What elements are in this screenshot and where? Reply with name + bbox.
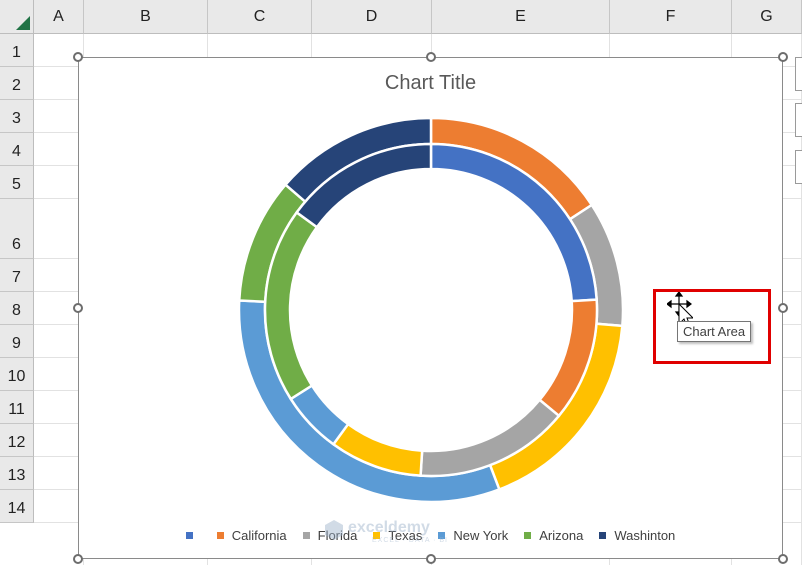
select-all-corner[interactable] — [0, 0, 34, 34]
legend-label: Texas — [388, 527, 423, 543]
resize-handle-left[interactable] — [73, 303, 83, 313]
resize-handle-top-right[interactable] — [778, 52, 788, 62]
chart-styles-button[interactable] — [795, 103, 802, 137]
row-header-9[interactable]: 9 — [0, 325, 34, 358]
legend-label: Florida — [317, 527, 358, 543]
resize-handle-right[interactable] — [778, 303, 788, 313]
resize-handle-bottom-right[interactable] — [778, 554, 788, 564]
legend-swatch — [373, 531, 381, 539]
legend-swatch — [185, 531, 193, 539]
legend-item[interactable]: Washinton — [599, 528, 675, 543]
row-header-4[interactable]: 4 — [0, 133, 34, 166]
legend-item[interactable]: Arizona — [524, 528, 583, 543]
resize-handle-bottom[interactable] — [426, 554, 436, 564]
legend-item[interactable]: New York — [438, 528, 508, 543]
column-header-g[interactable]: G — [732, 0, 802, 34]
column-header-b[interactable]: B — [84, 0, 208, 34]
resize-handle-top-left[interactable] — [73, 52, 83, 62]
legend-item[interactable]: Texas — [373, 528, 422, 543]
legend-swatch — [302, 531, 310, 539]
column-header-d[interactable]: D — [312, 0, 432, 34]
column-header-c[interactable]: C — [208, 0, 312, 34]
legend-label: New York — [453, 527, 509, 543]
chart-legend[interactable]: California Florida Texas New York Arizona Was… — [79, 526, 782, 544]
row-header-2[interactable]: 2 — [0, 67, 34, 100]
row-header-3[interactable]: 3 — [0, 100, 34, 133]
legend-item[interactable]: Florida — [302, 527, 358, 543]
row-header-5[interactable]: 5 — [0, 166, 34, 199]
resize-handle-top[interactable] — [426, 52, 436, 62]
legend-item[interactable] — [185, 531, 201, 539]
legend-swatch — [438, 531, 446, 539]
column-header-a[interactable]: A — [34, 0, 84, 34]
column-header-f[interactable]: F — [610, 0, 732, 34]
row-header-8[interactable]: 8 — [0, 292, 34, 325]
select-all-icon — [16, 16, 30, 30]
row-header-12[interactable]: 12 — [0, 424, 34, 457]
resize-handle-bottom-left[interactable] — [73, 554, 83, 564]
legend-label: Washinton — [614, 527, 676, 543]
legend-swatch — [524, 531, 532, 539]
chart-filters-button[interactable] — [795, 150, 802, 184]
column-header-e[interactable]: E — [432, 0, 610, 34]
doughnut-slice[interactable] — [429, 142, 598, 303]
row-header-14[interactable]: 14 — [0, 490, 34, 523]
row-header-1[interactable]: 1 — [0, 34, 34, 67]
legend-item[interactable]: California — [216, 527, 287, 543]
row-header-6[interactable]: 6 — [0, 199, 34, 259]
chart-area-tooltip: Chart Area — [677, 321, 752, 342]
row-header-7[interactable]: 7 — [0, 259, 34, 292]
row-header-13[interactable]: 13 — [0, 457, 34, 490]
legend-label: California — [231, 527, 287, 543]
chart-elements-button[interactable] — [795, 57, 802, 91]
row-header-11[interactable]: 11 — [0, 391, 34, 424]
legend-swatch — [599, 531, 607, 539]
legend-swatch — [216, 531, 224, 539]
row-header-10[interactable]: 10 — [0, 358, 34, 391]
legend-label: Arizona — [539, 527, 584, 543]
